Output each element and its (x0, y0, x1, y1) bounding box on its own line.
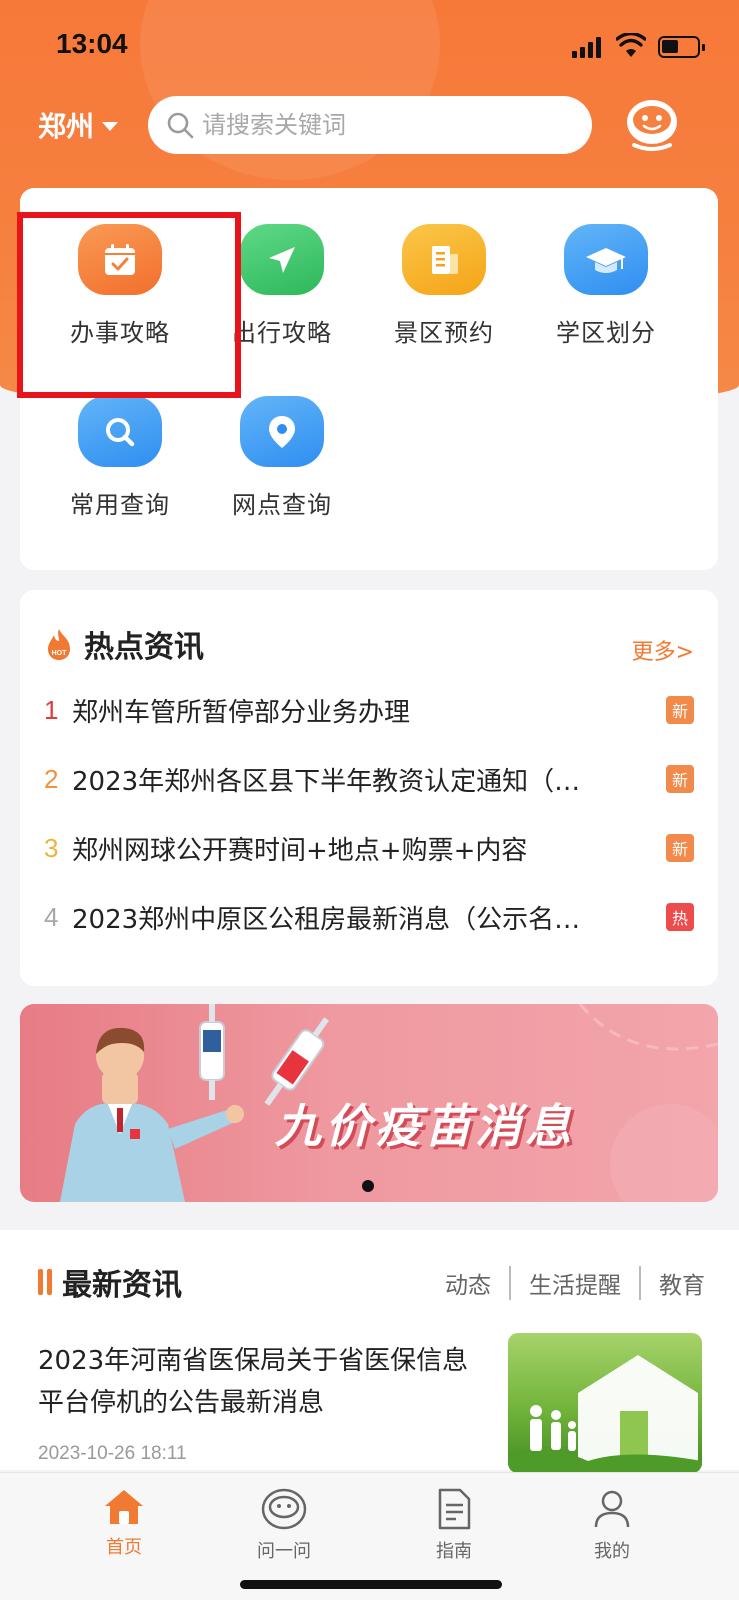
article-thumbnail[interactable] (508, 1333, 702, 1473)
city-selector[interactable]: 郑州 (38, 105, 119, 145)
hot-news-title: 热点资讯 (84, 630, 204, 665)
search-bar[interactable] (148, 96, 592, 154)
status-bar: 13:04 (0, 0, 739, 95)
navigation-arrow-icon (240, 224, 324, 295)
city-name: 郑州 (38, 110, 95, 143)
document-icon (402, 224, 486, 295)
news-item[interactable]: 2 2023年郑州各区县下半年教资认定通知（… 新 (44, 754, 694, 804)
tab-dynamics[interactable]: 动态 (427, 1266, 509, 1300)
service-label: 网点查询 (232, 491, 332, 519)
news-text: 郑州车管所暂停部分业务办理 (72, 697, 411, 728)
hot-news-header: HOT 热点资讯 (44, 622, 204, 666)
section-marker-icon (38, 1269, 52, 1295)
latest-news-header: 最新资讯 (38, 1260, 182, 1304)
tab-home[interactable]: 首页 (64, 1487, 184, 1559)
document-icon (438, 1488, 471, 1530)
news-item[interactable]: 3 郑州网球公开赛时间+地点+购票+内容 新 (44, 823, 694, 873)
robot-icon (261, 1488, 307, 1530)
service-label: 常用查询 (70, 491, 170, 519)
search-icon (78, 396, 162, 467)
calendar-check-icon (78, 224, 162, 295)
tab-guide[interactable]: 指南 (394, 1487, 514, 1563)
latest-news-tabs: 动态 生活提醒 教育 (427, 1266, 705, 1300)
news-rank: 1 (44, 694, 59, 725)
service-school-district[interactable]: 学区划分 (526, 188, 686, 348)
service-handling-guide[interactable]: 办事攻略 (40, 188, 200, 348)
news-rank: 2 (44, 763, 59, 794)
service-outlet-query[interactable]: 网点查询 (202, 360, 362, 520)
home-icon (105, 1490, 143, 1524)
banner-title: 九价疫苗消息 (275, 1099, 575, 1153)
tab-label: 问一问 (257, 1541, 311, 1562)
location-pin-icon (240, 396, 324, 467)
tab-label: 指南 (436, 1541, 472, 1562)
article-title[interactable]: 2023年河南省医保局关于省医保信息平台停机的公告最新消息 (38, 1340, 483, 1424)
news-item[interactable]: 4 2023郑州中原区公租房最新消息（公示名… 热 (44, 892, 694, 942)
vaccine-banner[interactable]: 九价疫苗消息 (20, 1004, 718, 1202)
tab-ask[interactable]: 问一问 (224, 1487, 344, 1563)
latest-news-section: 最新资讯 动态 生活提醒 教育 2023年河南省医保局关于省医保信息平台停机的公… (0, 1230, 739, 1473)
tab-label: 首页 (106, 1537, 142, 1558)
latest-news-title: 最新资讯 (62, 1268, 182, 1303)
signal-icon (572, 36, 604, 58)
service-common-query[interactable]: 常用查询 (40, 360, 200, 520)
battery-icon (658, 36, 705, 58)
news-rank: 3 (44, 832, 59, 863)
carousel-indicator (362, 1180, 374, 1192)
hot-news-card: HOT 热点资讯 更多> 1 郑州车管所暂停部分业务办理 新 2 2023年郑州… (20, 590, 718, 986)
tab-education[interactable]: 教育 (641, 1266, 705, 1300)
caret-down-icon (102, 121, 119, 131)
news-text: 2023年郑州各区县下半年教资认定通知（… (72, 766, 581, 797)
home-indicator (240, 1580, 502, 1589)
article-timestamp: 2023-10-26 18:11 (38, 1443, 187, 1464)
robot-assistant-icon[interactable] (622, 95, 682, 155)
svg-text:HOT: HOT (52, 650, 68, 657)
tab-label: 我的 (594, 1541, 630, 1562)
news-text: 郑州网球公开赛时间+地点+购票+内容 (72, 835, 528, 866)
hot-badge: 热 (666, 903, 694, 931)
news-text: 2023郑州中原区公租房最新消息（公示名… (72, 904, 581, 935)
services-card: 办事攻略 出行攻略 景区预约 学区划分 常用查询 网点查询 (20, 188, 718, 570)
more-link[interactable]: 更多> (632, 634, 694, 666)
new-badge: 新 (666, 696, 694, 724)
tab-mine[interactable]: 我的 (552, 1487, 672, 1563)
new-badge: 新 (666, 765, 694, 793)
service-label: 办事攻略 (70, 319, 170, 347)
news-rank: 4 (44, 901, 59, 932)
status-time: 13:04 (56, 28, 128, 59)
user-icon (594, 1490, 630, 1528)
new-badge: 新 (666, 834, 694, 862)
wifi-icon (616, 33, 646, 57)
service-label: 出行攻略 (232, 319, 332, 347)
search-icon (167, 112, 194, 139)
service-scenic-booking[interactable]: 景区预约 (364, 188, 524, 348)
service-travel-guide[interactable]: 出行攻略 (202, 188, 362, 348)
service-label: 学区划分 (556, 319, 656, 347)
search-input[interactable] (202, 111, 572, 139)
news-item[interactable]: 1 郑州车管所暂停部分业务办理 新 (44, 685, 694, 735)
graduation-cap-icon (564, 224, 648, 295)
tab-life-reminder[interactable]: 生活提醒 (511, 1266, 639, 1300)
service-label: 景区预约 (394, 319, 494, 347)
hot-fire-icon: HOT (48, 629, 70, 660)
